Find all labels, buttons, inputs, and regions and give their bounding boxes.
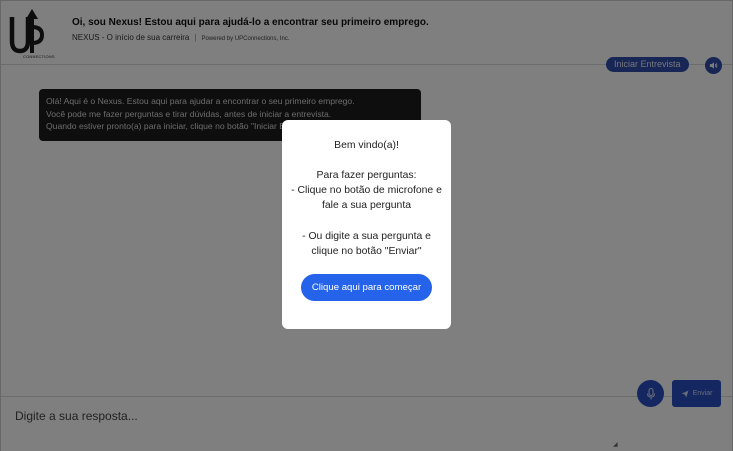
modal-heading: Para fazer perguntas: (316, 170, 417, 181)
modal-tip-type: - Ou digite a sua pergunta e clique no b… (302, 231, 431, 258)
start-button[interactable]: Clique aqui para começar (301, 274, 432, 301)
welcome-modal: Bem vindo(a)! Para fazer perguntas: - Cl… (282, 120, 451, 329)
modal-tip-wrapper: - Clique no botão de microfone e fale a … (282, 183, 451, 214)
modal-tip-microphone: - Clique no botão de microfone e fale a … (291, 185, 442, 212)
modal-tip-wrapper: - Ou digite a sua pergunta e clique no b… (282, 229, 451, 260)
modal-welcome-text: Bem vindo(a)! (334, 140, 399, 151)
